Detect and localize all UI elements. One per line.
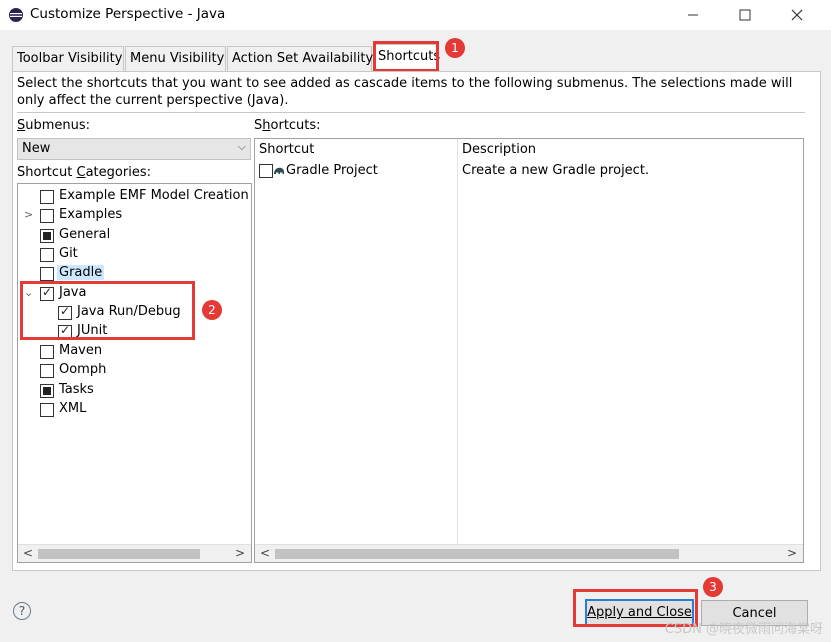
tree-item[interactable]: > Examples (18, 206, 251, 225)
checkbox[interactable] (40, 190, 54, 204)
maximize-icon (739, 9, 751, 21)
checkbox[interactable] (40, 229, 54, 243)
shortcut-name: Gradle Project (286, 163, 378, 178)
close-icon (791, 9, 803, 21)
horizontal-scrollbar[interactable]: < > (255, 544, 803, 562)
window-title: Customize Perspective - Java (30, 6, 226, 22)
table-row[interactable]: Gradle Project Create a new Gradle proje… (255, 161, 803, 181)
shortcut-categories-label: Shortcut Categories: (17, 165, 151, 180)
tree-item[interactable]: Maven (18, 342, 251, 361)
tab-action-set-availability[interactable]: Action Set Availability (227, 46, 373, 72)
shortcut-description: Create a new Gradle project. (462, 163, 650, 178)
scroll-left-icon[interactable]: < (23, 546, 33, 560)
scroll-right-icon[interactable]: > (787, 546, 797, 560)
submenus-label: Submenus: (17, 118, 91, 133)
eclipse-logo-icon (9, 8, 23, 22)
column-header-description[interactable]: Description (462, 142, 536, 157)
title-bar: Customize Perspective - Java (0, 0, 831, 30)
tree-item[interactable]: Oomph (18, 361, 251, 380)
chevron-down-icon: ⌵ (237, 140, 246, 153)
gradle-elephant-icon (274, 167, 284, 174)
chevron-right-icon[interactable]: > (24, 208, 33, 221)
scrollbar-thumb[interactable] (275, 549, 679, 559)
scrollbar-thumb[interactable] (38, 549, 200, 559)
submenus-selected-value: New (22, 141, 51, 156)
checkbox[interactable] (40, 248, 54, 262)
minimize-icon (688, 14, 698, 16)
annotation-badge-2: 2 (202, 300, 222, 320)
submenus-dropdown[interactable]: New ⌵ (17, 138, 251, 160)
close-button[interactable] (774, 0, 820, 30)
separator (17, 112, 805, 113)
checkbox[interactable] (40, 384, 54, 398)
watermark: CSDN @晓夜微雨问海棠呀 (664, 622, 823, 637)
checkbox[interactable] (40, 267, 54, 281)
instructions-text: Select the shortcuts that you want to se… (17, 76, 793, 108)
annotation-badge-1: 1 (445, 38, 465, 58)
annotation-box-1 (373, 41, 439, 72)
tree-item[interactable]: XML (18, 400, 251, 419)
checkbox[interactable] (259, 164, 273, 178)
checkbox[interactable] (40, 403, 54, 417)
checkbox[interactable] (40, 345, 54, 359)
help-icon[interactable]: ? (13, 602, 31, 620)
category-tree[interactable]: Example EMF Model Creation W > Examples … (17, 183, 252, 563)
column-divider (457, 139, 458, 544)
checkbox[interactable] (40, 209, 54, 223)
tree-item[interactable]: Example EMF Model Creation W (18, 187, 251, 206)
shortcuts-table[interactable]: Shortcut Description Gradle Project Crea… (254, 138, 804, 563)
tab-menu-visibility[interactable]: Menu Visibility (125, 46, 226, 72)
minimize-button[interactable] (670, 0, 716, 30)
tab-toolbar-visibility[interactable]: Toolbar Visibility (12, 46, 124, 72)
annotation-box-2 (20, 281, 195, 340)
shortcuts-label: Shortcuts: (254, 118, 321, 133)
horizontal-scrollbar[interactable]: < > (18, 544, 251, 562)
tree-item[interactable]: Tasks (18, 381, 251, 400)
maximize-button[interactable] (722, 0, 768, 30)
checkbox[interactable] (40, 364, 54, 378)
scroll-left-icon[interactable]: < (260, 546, 270, 560)
annotation-badge-3: 3 (703, 577, 723, 597)
scroll-right-icon[interactable]: > (235, 546, 245, 560)
tree-item[interactable]: Git (18, 245, 251, 264)
column-header-shortcut[interactable]: Shortcut (259, 142, 314, 157)
tree-item[interactable]: General (18, 226, 251, 245)
